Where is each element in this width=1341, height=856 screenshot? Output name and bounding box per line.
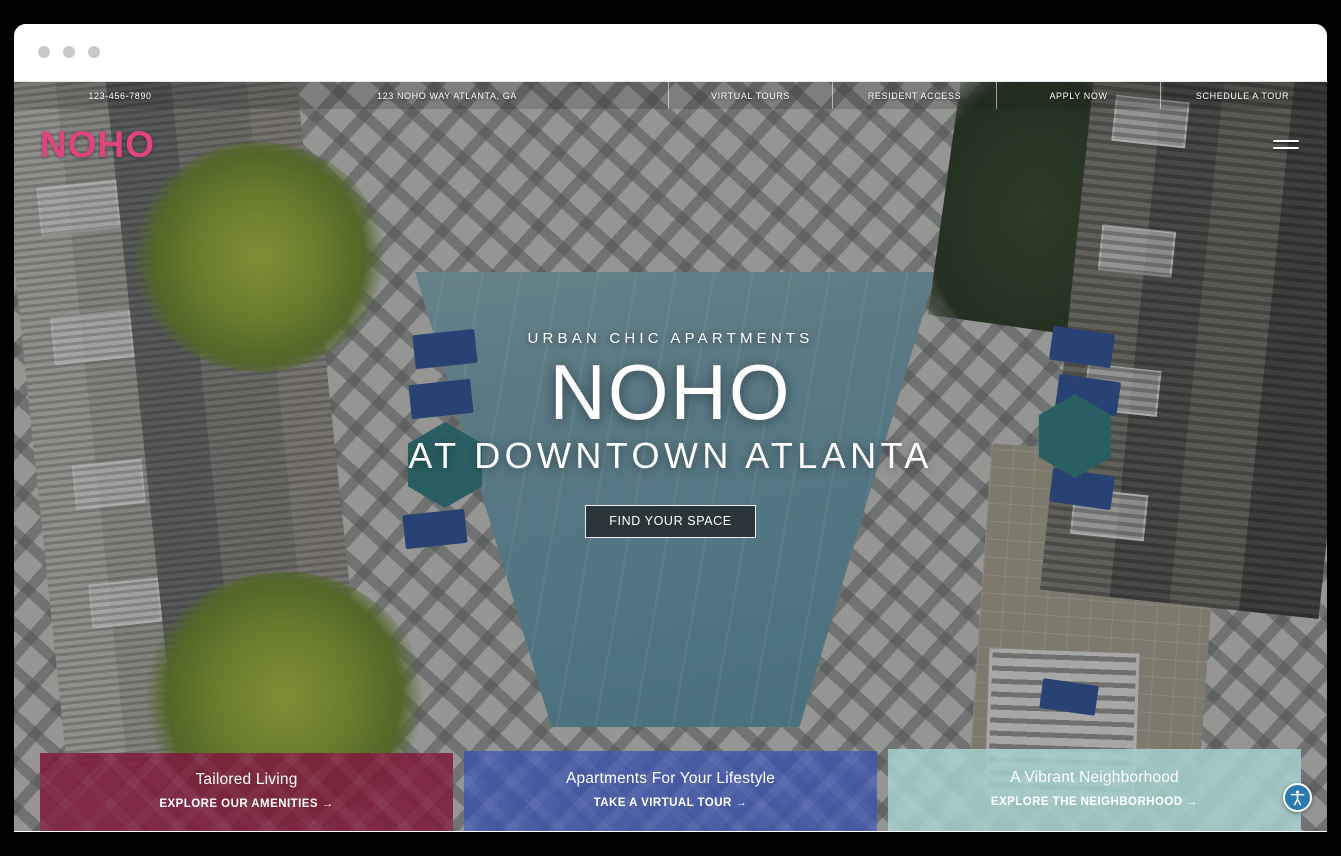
utility-bar: 123-456-7890 123 NOHO WAY ATLANTA, GA VI…: [14, 82, 1327, 109]
close-dot-icon[interactable]: [38, 46, 50, 58]
utility-link-virtual-tours[interactable]: VIRTUAL TOURS: [668, 82, 832, 109]
page-viewport: 123-456-7890 123 NOHO WAY ATLANTA, GA VI…: [14, 82, 1327, 831]
utility-link-apply-now[interactable]: APPLY NOW: [996, 82, 1160, 109]
browser-chrome: [14, 24, 1327, 82]
phone-link[interactable]: 123-456-7890: [14, 82, 226, 109]
hamburger-line: [1273, 139, 1299, 142]
accessibility-person-icon[interactable]: [1283, 783, 1312, 812]
site-header: NOHO: [14, 109, 1327, 179]
promo-link[interactable]: EXPLORE THE NEIGHBORHOOD →: [991, 796, 1198, 808]
hamburger-line: [1273, 146, 1299, 149]
promo-card-tailored-living[interactable]: Tailored Living EXPLORE OUR AMENITIES →: [40, 753, 453, 831]
promo-title: A Vibrant Neighborhood: [1010, 768, 1179, 786]
promo-title: Tailored Living: [195, 770, 298, 788]
window-controls: [38, 46, 100, 58]
promo-link[interactable]: TAKE A VIRTUAL TOUR →: [594, 797, 748, 809]
promo-title: Apartments For Your Lifestyle: [565, 769, 776, 787]
promo-link[interactable]: EXPLORE OUR AMENITIES →: [159, 798, 333, 810]
site-logo[interactable]: NOHO: [40, 126, 155, 163]
utility-link-resident-access[interactable]: RESIDENT ACCESS: [832, 82, 996, 109]
browser-window: 123-456-7890 123 NOHO WAY ATLANTA, GA VI…: [14, 24, 1327, 832]
promo-card-row: Tailored Living EXPLORE OUR AMENITIES → …: [14, 711, 1327, 831]
maximize-dot-icon[interactable]: [88, 46, 100, 58]
hamburger-menu-icon[interactable]: [1273, 139, 1299, 149]
find-your-space-button[interactable]: FIND YOUR SPACE: [585, 504, 756, 538]
address-link[interactable]: 123 NOHO WAY ATLANTA, GA: [226, 82, 668, 109]
promo-card-apartments-lifestyle[interactable]: Apartments For Your Lifestyle TAKE A VIR…: [464, 751, 877, 831]
utility-link-schedule-a-tour[interactable]: SCHEDULE A TOUR: [1160, 82, 1324, 109]
minimize-dot-icon[interactable]: [63, 46, 75, 58]
promo-card-vibrant-neighborhood[interactable]: A Vibrant Neighborhood EXPLORE THE NEIGH…: [888, 749, 1301, 831]
